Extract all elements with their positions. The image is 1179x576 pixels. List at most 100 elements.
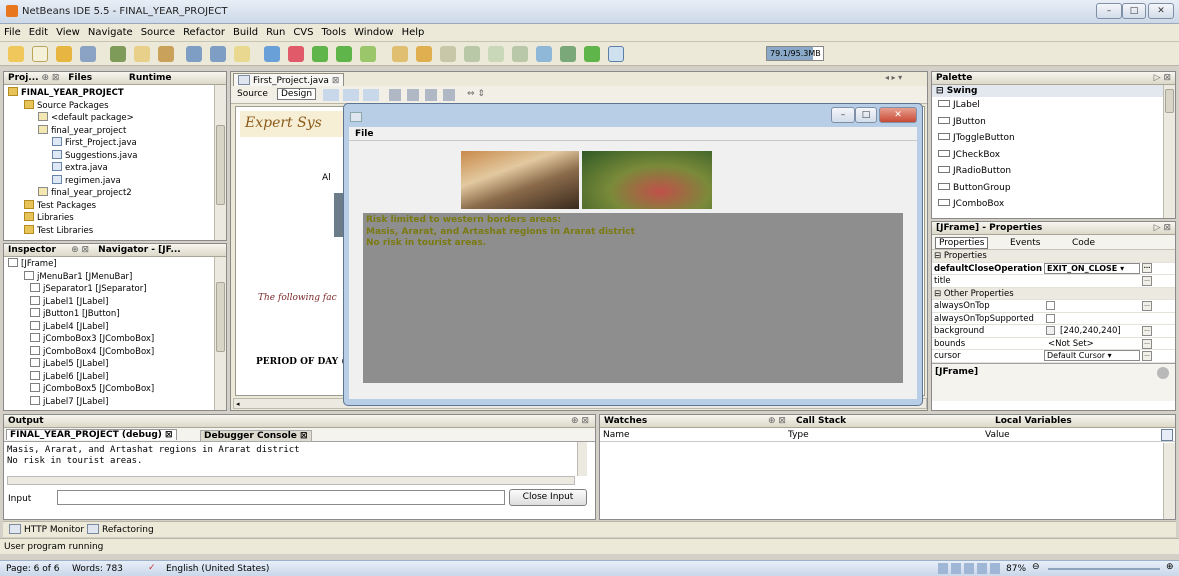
open-project-icon[interactable]	[56, 46, 72, 62]
run-to-cursor-icon[interactable]	[536, 46, 552, 62]
prop-editor-button[interactable]: ...	[1142, 262, 1152, 273]
close-input-button[interactable]: Close Input	[509, 489, 587, 506]
new-watch-icon[interactable]	[584, 46, 600, 62]
palette-group-swing[interactable]: ⊟ Swing	[932, 85, 1175, 97]
app-minimize-button[interactable]: –	[831, 107, 855, 123]
align-icons[interactable]	[389, 89, 461, 101]
prop-row[interactable]: defaultCloseOperation EXIT_ON_CLOSE ▾ ..…	[932, 262, 1175, 275]
tree-item[interactable]: final_year_project2	[8, 187, 226, 200]
paste-icon[interactable]	[158, 46, 174, 62]
tree-item[interactable]: jComboBox4 [JComboBox]	[8, 345, 226, 359]
prop-editor-button[interactable]: ...	[1142, 301, 1152, 311]
tree-item[interactable]: First_Project.java	[8, 137, 226, 150]
palette-item-jcheckbox[interactable]: JCheckBox	[932, 147, 1175, 164]
prop-editor-button[interactable]: ...	[1142, 338, 1152, 349]
tab-navigator[interactable]: Navigator - [JF...	[98, 245, 181, 255]
palette-item-jtogglebutton[interactable]: JToggleButton	[932, 130, 1175, 147]
save-all-icon[interactable]	[80, 46, 96, 62]
tab-files[interactable]: Files	[68, 73, 92, 83]
tab-call-stack[interactable]: Call Stack	[796, 415, 846, 427]
tree-item[interactable]: jLabel1 [JLabel]	[8, 295, 226, 309]
tab-local-variables[interactable]: Local Variables	[995, 415, 1072, 427]
pause-icon[interactable]	[416, 46, 432, 62]
always-on-top-checkbox[interactable]	[1046, 301, 1055, 310]
clean-build-icon[interactable]	[288, 46, 304, 62]
zoom-in-button[interactable]: ⊕	[1166, 562, 1174, 572]
col-value[interactable]: Value	[985, 430, 1010, 440]
view-mode-icons[interactable]	[938, 563, 1000, 574]
tree-item[interactable]: FINAL_YEAR_PROJECT	[8, 87, 226, 100]
tab-properties[interactable]: Properties	[935, 237, 989, 249]
tab-code[interactable]: Code	[1072, 238, 1095, 248]
program-input-field[interactable]	[57, 490, 505, 505]
continue-icon[interactable]	[440, 46, 456, 62]
app-close-button[interactable]: ✕	[879, 107, 917, 123]
always-on-top-supported-checkbox[interactable]	[1046, 313, 1055, 323]
scroll-thumb[interactable]	[216, 282, 225, 352]
proofing-icon[interactable]: ✓	[148, 563, 156, 573]
prop-row[interactable]: bounds <Not Set> ...	[932, 338, 1175, 350]
tab-projects[interactable]: Proj...	[8, 73, 39, 83]
menu-window[interactable]: Window	[350, 24, 397, 38]
close-button[interactable]: ✕	[1148, 3, 1174, 19]
tab-refactoring[interactable]: Refactoring	[87, 524, 154, 535]
step-into-icon[interactable]	[488, 46, 504, 62]
step-over-icon[interactable]	[464, 46, 480, 62]
tree-item[interactable]: jMenuBar1 [JMenuBar]	[8, 270, 226, 284]
menu-tools[interactable]: Tools	[317, 24, 350, 38]
properties-section[interactable]: ⊟ Properties	[932, 250, 1175, 263]
scroll-thumb[interactable]	[1165, 89, 1174, 113]
evaluate-icon[interactable]	[608, 46, 624, 62]
editor-tab[interactable]: First_Project.java ⊠	[233, 73, 345, 86]
minimize-button[interactable]: –	[1096, 3, 1122, 19]
console-hscroll[interactable]	[7, 476, 575, 485]
source-toggle[interactable]: Source	[237, 89, 268, 99]
console-vscroll[interactable]	[577, 442, 587, 476]
tree-item[interactable]: extra.java	[8, 162, 226, 175]
palette-item-jcombobox[interactable]: JComboBox	[932, 196, 1175, 213]
find-icon[interactable]	[234, 46, 250, 62]
prop-row[interactable]: alwaysOnTopSupported	[932, 313, 1175, 325]
menu-edit[interactable]: Edit	[25, 24, 52, 38]
step-out-icon[interactable]	[512, 46, 528, 62]
new-file-icon[interactable]	[32, 46, 48, 62]
new-project-icon[interactable]	[8, 46, 24, 62]
selection-mode-icons[interactable]	[323, 89, 379, 101]
prop-row[interactable]: alwaysOnTop ...	[932, 300, 1175, 313]
tree-item[interactable]: Source Packages	[8, 99, 226, 113]
tab-watches[interactable]: Watches	[604, 416, 647, 426]
language-indicator[interactable]: English (United States)	[166, 564, 269, 574]
help-icon[interactable]	[1157, 366, 1169, 379]
resize-icons[interactable]: ⇔ ⇕	[467, 89, 485, 99]
prop-row[interactable]: title ...	[932, 275, 1175, 288]
scroll-thumb[interactable]	[216, 125, 225, 205]
tree-item[interactable]: jSeparator1 [JSeparator]	[8, 283, 226, 296]
word-count[interactable]: Words: 783	[72, 564, 123, 574]
palette-item-jbutton[interactable]: JButton	[932, 114, 1175, 131]
tree-item[interactable]: <default package>	[8, 112, 226, 125]
zoom-out-button[interactable]: ⊖	[1032, 562, 1040, 572]
menu-file[interactable]: File	[0, 24, 25, 38]
tree-item[interactable]: regimen.java	[8, 174, 226, 188]
zoom-slider[interactable]	[1048, 568, 1160, 570]
stop-icon[interactable]	[392, 46, 408, 62]
tree-item[interactable]: jComboBox3 [JComboBox]	[8, 333, 226, 346]
zoom-level[interactable]: 87%	[1006, 564, 1026, 574]
prop-editor-button[interactable]: ...	[1142, 326, 1152, 336]
tree-item[interactable]: jLabel7 [JLabel]	[8, 395, 226, 409]
editor-nav-arrows[interactable]: ◂ ▸ ▾	[885, 73, 925, 85]
tree-item[interactable]: Suggestions.java	[8, 149, 226, 163]
inspector-scrollbar[interactable]	[214, 257, 226, 410]
menu-build[interactable]: Build	[229, 24, 262, 38]
app-maximize-button[interactable]: □	[855, 107, 877, 123]
palette-item-buttongroup[interactable]: ButtonGroup	[932, 180, 1175, 197]
debug-icon[interactable]	[336, 46, 352, 62]
page-indicator[interactable]: Page: 6 of 6	[6, 564, 60, 574]
tree-item[interactable]: jLabel5 [JLabel]	[8, 358, 226, 371]
tree-item[interactable]: jButton1 [JButton]	[8, 308, 226, 321]
prop-row[interactable]: cursor Default Cursor ▾ ...	[932, 350, 1175, 363]
col-name[interactable]: Name	[603, 430, 630, 440]
design-toggle[interactable]: Design	[277, 88, 317, 100]
tab-inspector[interactable]: Inspector	[8, 245, 56, 255]
col-type[interactable]: Type	[788, 430, 809, 440]
